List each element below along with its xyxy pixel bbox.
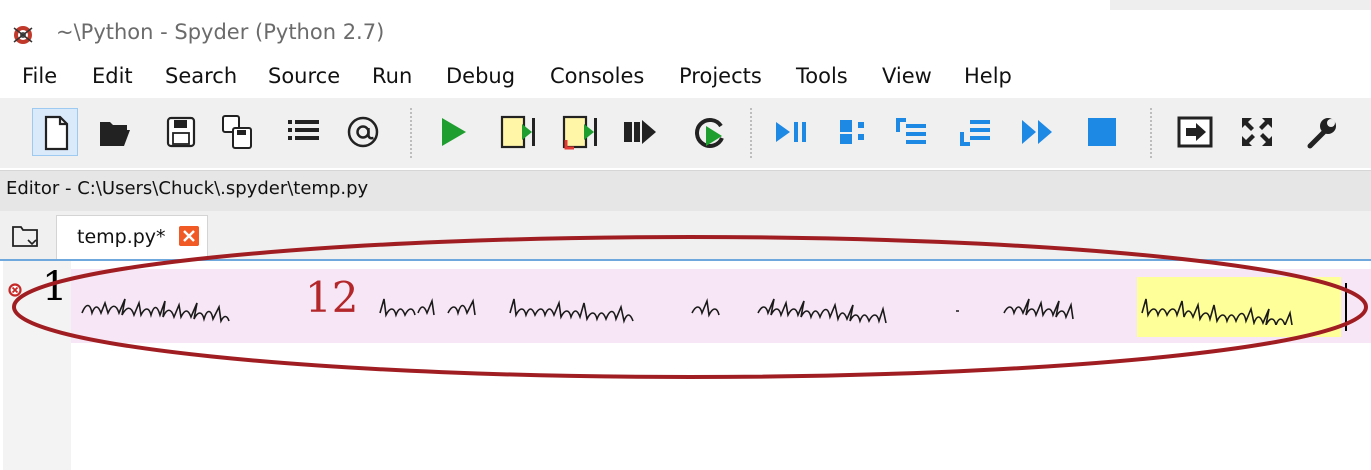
run-selection-icon[interactable] bbox=[618, 108, 664, 156]
code-glyph-run bbox=[1003, 298, 1074, 320]
toolbar-separator bbox=[410, 108, 416, 158]
save-all-icon[interactable] bbox=[215, 108, 261, 156]
open-folder-icon[interactable] bbox=[92, 108, 138, 156]
menu-tools[interactable]: Tools bbox=[796, 64, 848, 88]
code-glyph-run bbox=[81, 298, 230, 324]
title-bar: ~\Python - Spyder (Python 2.7) bbox=[0, 10, 1371, 60]
run-icon[interactable] bbox=[432, 108, 478, 156]
menu-source[interactable]: Source bbox=[268, 64, 340, 88]
step-return-icon[interactable] bbox=[952, 108, 998, 156]
code-glyph-run bbox=[509, 298, 720, 324]
preferences-wrench-icon[interactable] bbox=[1298, 108, 1344, 156]
editor-tab-bar: temp.py* bbox=[0, 211, 1371, 259]
step-into-icon[interactable] bbox=[888, 108, 934, 156]
debug-icon[interactable] bbox=[770, 108, 816, 156]
step-icon[interactable] bbox=[832, 108, 878, 156]
main-toolbar bbox=[0, 98, 1371, 168]
browse-tabs-icon[interactable] bbox=[10, 223, 40, 249]
editor-path-label: Editor - C:\Users\Chuck\.spyder\temp.py bbox=[6, 178, 369, 199]
code-number-literal: 12 bbox=[305, 273, 359, 322]
run-cell-icon[interactable] bbox=[496, 108, 542, 156]
toolbar-separator bbox=[1150, 108, 1156, 158]
save-icon[interactable] bbox=[158, 108, 204, 156]
code-glyph-run-highlighted bbox=[1141, 298, 1293, 325]
tab-temp-py[interactable]: temp.py* bbox=[56, 215, 208, 259]
menu-edit[interactable]: Edit bbox=[92, 64, 133, 88]
menu-view[interactable]: View bbox=[882, 64, 932, 88]
code-glyph-run bbox=[757, 298, 959, 324]
line-number: 1 bbox=[42, 264, 68, 310]
top-strip-shade bbox=[1110, 0, 1371, 10]
outline-list-icon[interactable] bbox=[280, 108, 326, 156]
continue-icon[interactable] bbox=[1016, 108, 1062, 156]
at-sign-icon[interactable] bbox=[340, 108, 386, 156]
menu-debug[interactable]: Debug bbox=[446, 64, 515, 88]
code-editor[interactable]: 1 12 bbox=[0, 259, 1371, 470]
menu-search[interactable]: Search bbox=[165, 64, 237, 88]
toolbar-separator bbox=[750, 108, 756, 158]
menu-projects[interactable]: Projects bbox=[679, 64, 762, 88]
editor-pane-title: Editor - C:\Users\Chuck\.spyder\temp.py bbox=[0, 170, 1371, 212]
stop-icon[interactable] bbox=[1078, 108, 1124, 156]
close-icon[interactable] bbox=[179, 226, 199, 246]
fullscreen-icon[interactable] bbox=[1234, 108, 1280, 156]
menu-help[interactable]: Help bbox=[964, 64, 1012, 88]
error-marker-icon[interactable] bbox=[8, 283, 22, 297]
menu-consoles[interactable]: Consoles bbox=[550, 64, 644, 88]
text-cursor bbox=[1345, 283, 1347, 331]
maximize-pane-icon[interactable] bbox=[1172, 108, 1218, 156]
spyder-icon bbox=[13, 26, 33, 44]
new-file-icon[interactable] bbox=[32, 108, 78, 156]
menu-run[interactable]: Run bbox=[372, 64, 412, 88]
menu-bar: File Edit Search Source Run Debug Consol… bbox=[0, 60, 1371, 98]
code-glyph-run bbox=[379, 298, 476, 318]
top-strip bbox=[0, 0, 1371, 10]
window-title: ~\Python - Spyder (Python 2.7) bbox=[56, 20, 385, 44]
menu-file[interactable]: File bbox=[22, 64, 57, 88]
tab-label: temp.py* bbox=[77, 226, 166, 248]
run-cell-advance-icon[interactable] bbox=[558, 108, 604, 156]
rerun-icon[interactable] bbox=[686, 108, 732, 156]
